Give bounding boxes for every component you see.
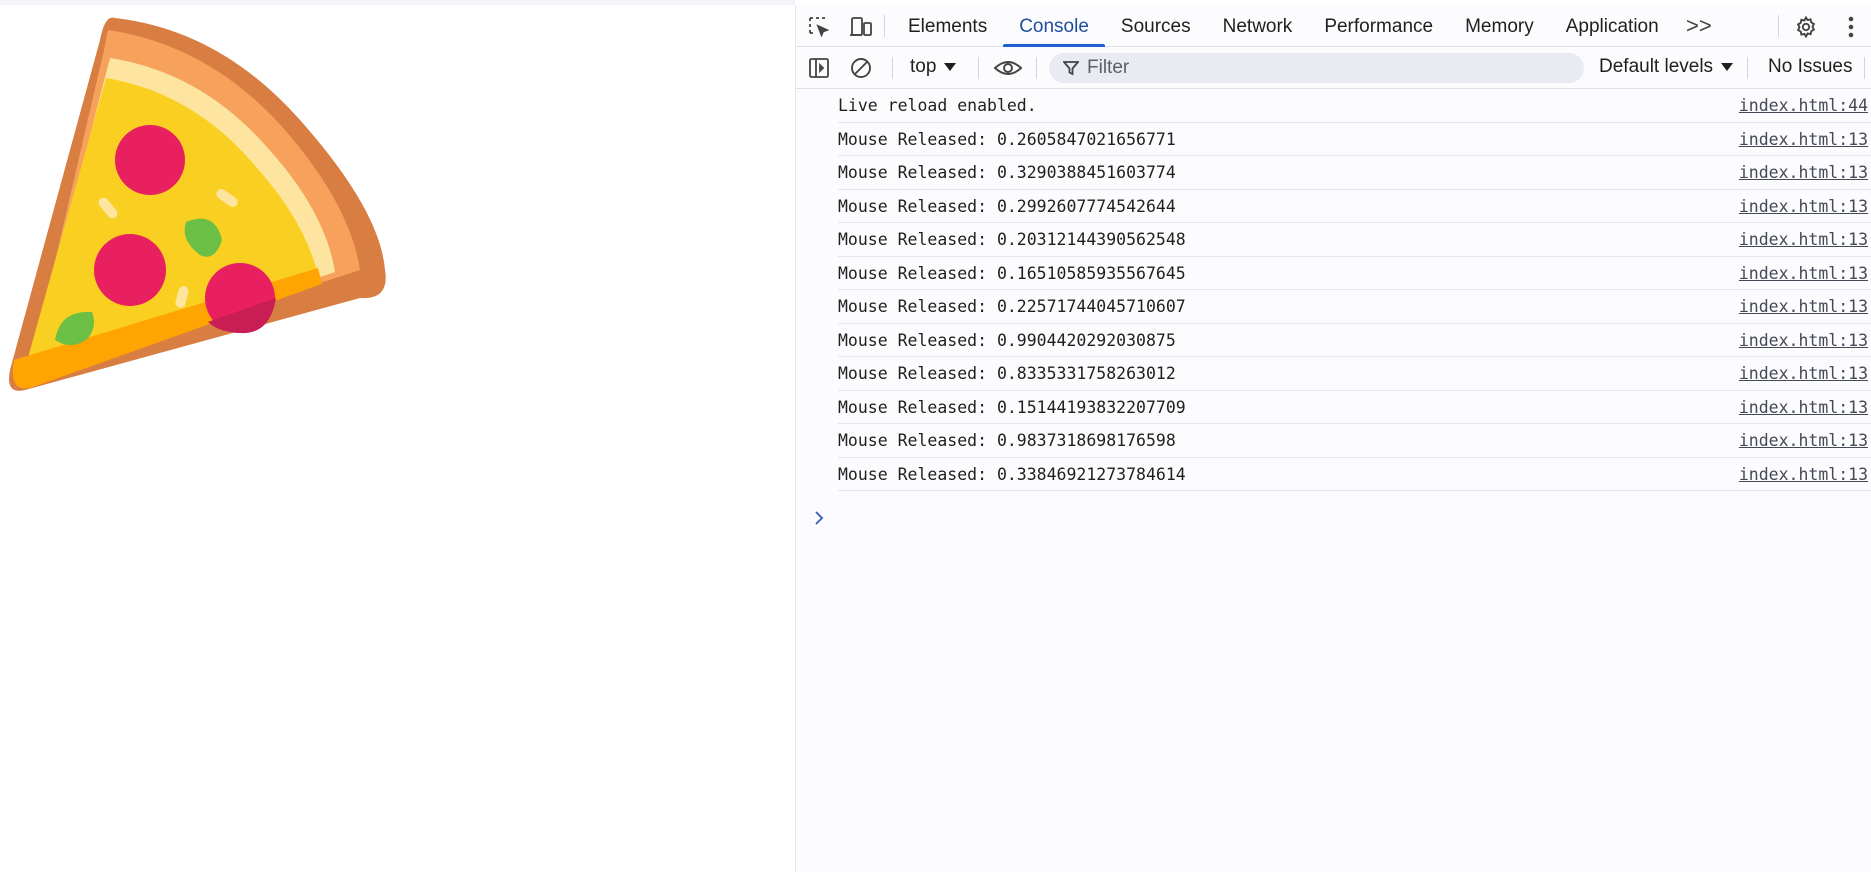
console-source-link[interactable]: index.html:13 <box>1739 264 1868 283</box>
console-message-row: Mouse Released: 0.16510585935567645 index… <box>838 257 1871 290</box>
console-message-row: Live reload enabled. index.html:44 <box>838 89 1871 123</box>
clear-console-icon[interactable] <box>848 55 874 81</box>
issues-counter[interactable]: No Issues <box>1768 56 1852 78</box>
console-message-row: Mouse Released: 0.3290388451603774 index.… <box>838 156 1871 190</box>
tab-performance[interactable]: Performance <box>1308 5 1449 47</box>
toolbar-divider-4 <box>1747 57 1748 79</box>
log-levels-label: Default levels <box>1599 56 1714 77</box>
console-source-link[interactable]: index.html:44 <box>1739 96 1868 115</box>
console-message-row: Mouse Released: 0.2992607774542644 index.… <box>838 190 1871 223</box>
console-message-row: Mouse Released: 0.9904420292030875 index.… <box>838 324 1871 357</box>
console-message-text: Mouse Released: 0.22571744045710607 <box>838 297 1186 316</box>
filter-field[interactable] <box>1049 53 1584 83</box>
console-source-link[interactable]: index.html:13 <box>1739 197 1868 216</box>
tab-console[interactable]: Console <box>1003 5 1105 47</box>
filter-input[interactable] <box>1085 56 1569 80</box>
console-messages: Live reload enabled. index.html:44 Mouse R… <box>796 89 1871 491</box>
dropdown-arrow-icon <box>1721 63 1734 71</box>
console-message-row: Mouse Released: 0.15144193832207709 index… <box>838 391 1871 424</box>
devtools-tabs: Elements Console Sources Network Perform… <box>892 5 1675 47</box>
pizza-slice-icon[interactable] <box>0 0 400 400</box>
device-toolbar-icon[interactable] <box>848 14 874 40</box>
eye-icon[interactable] <box>992 55 1024 81</box>
dropdown-arrow-icon <box>944 63 957 71</box>
console-prompt-chevron-icon[interactable] <box>810 509 828 527</box>
gear-icon[interactable] <box>1793 14 1819 40</box>
tab-elements[interactable]: Elements <box>892 5 1003 47</box>
console-source-link[interactable]: index.html:13 <box>1739 163 1868 182</box>
toolbar-divider-3 <box>1036 57 1037 79</box>
console-message-text: Mouse Released: 0.15144193832207709 <box>838 397 1186 417</box>
toolbar-divider-5 <box>1864 57 1865 79</box>
tab-bar-divider-right <box>1778 15 1779 37</box>
console-source-link[interactable]: index.html:13 <box>1739 364 1868 383</box>
console-message-text: Mouse Released: 0.9837318698176598 <box>838 431 1176 450</box>
console-source-link[interactable]: index.html:13 <box>1739 230 1868 249</box>
console-message-row: Mouse Released: 0.2605847021656771 index.… <box>838 123 1871 156</box>
tab-application[interactable]: Application <box>1550 5 1675 47</box>
console-message-text: Mouse Released: 0.20312144390562548 <box>838 230 1186 249</box>
console-message-row: Mouse Released: 0.22571744045710607 index… <box>838 290 1871 324</box>
console-message-text: Live reload enabled. <box>838 96 1037 115</box>
console-toolbar: top Default levels No Issues <box>796 47 1871 89</box>
console-message-row: Mouse Released: 0.9837318698176598 index.… <box>838 424 1871 458</box>
kebab-menu-icon[interactable] <box>1838 14 1864 40</box>
console-source-link[interactable]: index.html:13 <box>1739 465 1868 484</box>
toolbar-divider-2 <box>978 57 979 79</box>
web-page-viewport <box>0 0 795 872</box>
console-source-link[interactable]: index.html:13 <box>1739 297 1868 316</box>
tab-sources[interactable]: Sources <box>1105 5 1207 47</box>
console-source-link[interactable]: index.html:13 <box>1739 130 1868 149</box>
context-label: top <box>910 56 937 77</box>
tab-network[interactable]: Network <box>1207 5 1309 47</box>
context-selector[interactable]: top <box>910 56 957 78</box>
console-message-text: Mouse Released: 0.2992607774542644 <box>838 196 1176 216</box>
console-message-text: Mouse Released: 0.8335331758263012 <box>838 364 1176 383</box>
devtools-tab-bar: Elements Console Sources Network Perform… <box>796 5 1871 47</box>
toolbar-divider-1 <box>892 57 893 79</box>
console-message-row: Mouse Released: 0.8335331758263012 index.… <box>838 357 1871 391</box>
console-message-row: Mouse Released: 0.33846921273784614 index… <box>838 458 1871 491</box>
console-message-text: Mouse Released: 0.3290388451603774 <box>838 163 1176 182</box>
tab-memory[interactable]: Memory <box>1449 5 1550 47</box>
console-source-link[interactable]: index.html:13 <box>1739 398 1868 417</box>
console-message-text: Mouse Released: 0.2605847021656771 <box>838 129 1176 149</box>
console-message-text: Mouse Released: 0.16510585935567645 <box>838 263 1186 283</box>
log-levels-dropdown[interactable]: Default levels <box>1599 56 1734 78</box>
console-message-text: Mouse Released: 0.33846921273784614 <box>838 464 1186 484</box>
console-message-row: Mouse Released: 0.20312144390562548 index… <box>838 223 1871 257</box>
devtools-panel: Elements Console Sources Network Perform… <box>795 5 1871 872</box>
tab-bar-divider <box>884 15 885 37</box>
inspect-element-icon[interactable] <box>806 14 832 40</box>
console-source-link[interactable]: index.html:13 <box>1739 431 1868 450</box>
sidebar-toggle-icon[interactable] <box>806 55 832 81</box>
console-source-link[interactable]: index.html:13 <box>1739 331 1868 350</box>
more-tabs-button[interactable]: >> <box>1686 13 1712 39</box>
filter-icon <box>1063 61 1079 76</box>
console-message-text: Mouse Released: 0.9904420292030875 <box>838 330 1176 350</box>
